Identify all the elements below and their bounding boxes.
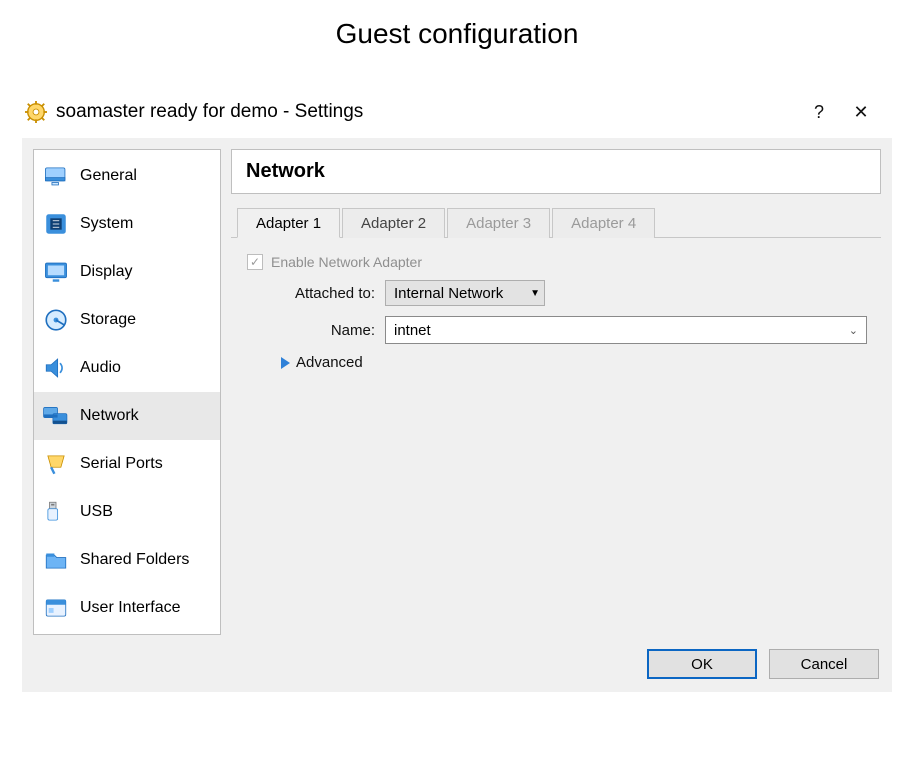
main-panel: Network Adapter 1 Adapter 2 Adapter 3 Ad… [231,149,881,635]
sidebar-item-user-interface[interactable]: User Interface [34,584,220,632]
window-title: soamaster ready for demo - Settings [56,101,363,123]
attached-to-dropdown[interactable]: Internal Network ▼ [385,280,545,306]
sidebar-item-label: User Interface [80,599,180,617]
tab-adapter-4: Adapter 4 [552,208,655,238]
sidebar-item-label: Audio [80,359,121,377]
check-icon: ✓ [250,255,260,269]
general-icon [42,162,70,190]
tab-adapter-3: Adapter 3 [447,208,550,238]
disclosure-triangle-icon [281,357,290,369]
usb-icon [42,498,70,526]
client-area: General System [22,138,892,692]
enable-network-adapter-label: Enable Network Adapter [271,254,422,270]
sidebar-item-serial-ports[interactable]: Serial Ports [34,440,220,488]
sidebar-item-display[interactable]: Display [34,248,220,296]
sidebar-item-label: USB [80,503,113,521]
ok-button[interactable]: OK [647,649,757,679]
sidebar-item-network[interactable]: Network [34,392,220,440]
enable-network-adapter-checkbox: ✓ [247,254,263,270]
name-label: Name: [265,322,385,339]
network-name-input[interactable]: intnet ⌄ [385,316,867,344]
serial-ports-icon [42,450,70,478]
tab-adapter-1[interactable]: Adapter 1 [237,208,340,238]
advanced-label: Advanced [296,354,363,371]
shared-folders-icon [42,546,70,574]
page-title: Guest configuration [0,0,914,74]
settings-window: soamaster ready for demo - Settings ? ✕ [22,96,892,692]
dialog-buttons: OK Cancel [33,645,881,681]
sidebar-item-label: Shared Folders [80,551,189,569]
sidebar-item-general[interactable]: General [34,152,220,200]
sidebar-item-label: General [80,167,137,185]
network-name-value: intnet [394,322,431,339]
audio-icon [42,354,70,382]
close-button[interactable]: ✕ [840,97,882,127]
display-icon [42,258,70,286]
adapter-panel: ✓ Enable Network Adapter Attached to: In… [231,238,881,511]
system-icon [42,210,70,238]
sidebar-item-label: Network [80,407,139,425]
chevron-down-icon: ▼ [530,288,540,299]
network-icon [42,402,70,430]
enable-network-adapter-row: ✓ Enable Network Adapter [247,254,867,270]
settings-sidebar: General System [33,149,221,635]
sidebar-item-storage[interactable]: Storage [34,296,220,344]
titlebar: soamaster ready for demo - Settings ? ✕ [22,96,892,138]
tab-adapter-2[interactable]: Adapter 2 [342,208,445,238]
sidebar-item-usb[interactable]: USB [34,488,220,536]
help-button[interactable]: ? [798,97,840,127]
storage-icon [42,306,70,334]
section-title: Network [231,149,881,194]
adapter-tabs: Adapter 1 Adapter 2 Adapter 3 Adapter 4 [231,206,881,238]
sidebar-item-audio[interactable]: Audio [34,344,220,392]
chevron-down-icon[interactable]: ⌄ [849,324,858,337]
sidebar-item-label: Display [80,263,132,281]
sidebar-item-label: System [80,215,133,233]
sidebar-item-system[interactable]: System [34,200,220,248]
gear-icon [24,100,48,124]
sidebar-item-label: Serial Ports [80,455,163,473]
attached-to-label: Attached to: [265,285,385,302]
sidebar-item-label: Storage [80,311,136,329]
sidebar-item-shared-folders[interactable]: Shared Folders [34,536,220,584]
attached-to-value: Internal Network [394,285,503,302]
user-interface-icon [42,594,70,622]
cancel-button[interactable]: Cancel [769,649,879,679]
advanced-toggle[interactable]: Advanced [281,354,867,371]
